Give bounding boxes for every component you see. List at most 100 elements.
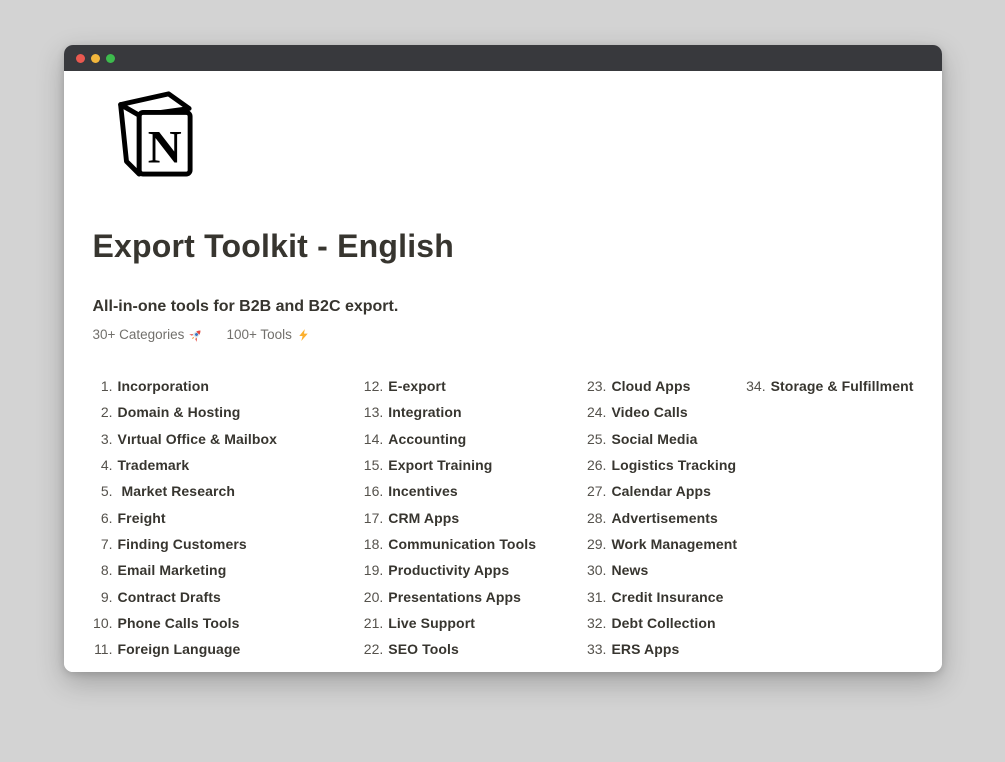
list-item[interactable]: 10. Phone Calls Tools bbox=[93, 610, 364, 636]
list-item-number: 21. bbox=[363, 614, 384, 631]
list-item[interactable]: 24. Video Calls bbox=[586, 399, 745, 425]
list-item-number: 32. bbox=[586, 614, 607, 631]
list-item-number: 25. bbox=[586, 430, 607, 447]
list-item-number: 13. bbox=[363, 404, 384, 421]
list-item[interactable]: 29. Work Management bbox=[586, 531, 745, 557]
list-item[interactable]: 27. Calendar Apps bbox=[586, 478, 745, 504]
list-column: 23. Cloud Apps 24. Video Calls 25. Social Med… bbox=[586, 373, 745, 662]
list-item[interactable]: 12. E-export bbox=[363, 373, 586, 399]
list-item-label: Contract Drafts bbox=[117, 588, 221, 605]
list-item-label: Finding Customers bbox=[117, 535, 247, 552]
list-item-number: 6. bbox=[100, 509, 113, 526]
list-item-number: 14. bbox=[363, 430, 384, 447]
list-item-label: Work Management bbox=[611, 535, 738, 552]
list-item-label: Cloud Apps bbox=[611, 378, 691, 395]
list-item-number: 4. bbox=[100, 457, 113, 474]
list-item[interactable]: 23. Cloud Apps bbox=[586, 373, 745, 399]
categories-count-label: 30+ Categories bbox=[92, 327, 185, 342]
list-item-label: Advertisements bbox=[611, 509, 718, 526]
list-item-label: Storage & Fulfillment bbox=[770, 378, 914, 395]
list-item-number: 15. bbox=[363, 457, 384, 474]
page-content[interactable]: N Export Toolkit - English All-in-one to… bbox=[63, 71, 942, 672]
list-item-number: 19. bbox=[363, 562, 384, 579]
list-item[interactable]: 13. Integration bbox=[363, 399, 586, 425]
list-item[interactable]: 9. Contract Drafts bbox=[93, 583, 364, 609]
list-item[interactable]: 18. Communication Tools bbox=[363, 531, 586, 557]
close-window-button[interactable] bbox=[75, 53, 85, 63]
list-item-number: 7. bbox=[100, 535, 113, 552]
list-item-number: 20. bbox=[363, 588, 384, 605]
maximize-window-button[interactable] bbox=[105, 53, 115, 63]
list-item[interactable]: 30. News bbox=[586, 557, 745, 583]
list-item[interactable]: 1. Incorporation bbox=[93, 373, 364, 399]
list-item[interactable]: 3. Vırtual Office & Mailbox bbox=[93, 426, 364, 452]
list-item[interactable]: 22. SEO Tools bbox=[363, 636, 586, 662]
window-titlebar[interactable] bbox=[63, 45, 942, 71]
minimize-window-button[interactable] bbox=[90, 53, 100, 63]
page-meta: 30+ Categories 100+ Tools bbox=[93, 326, 914, 344]
list-item-label: CRM Apps bbox=[388, 509, 460, 526]
list-item-number: 23. bbox=[586, 378, 607, 395]
list-item-label: Incorporation bbox=[117, 378, 210, 395]
list-column: 34. Storage & Fulfillment bbox=[746, 373, 914, 399]
list-item[interactable]: 5. Market Research bbox=[93, 478, 364, 504]
list-item-label: Trademark bbox=[117, 457, 190, 474]
list-item-number: 18. bbox=[363, 535, 384, 552]
list-item-label: Debt Collection bbox=[611, 614, 716, 631]
notion-logo-icon: N bbox=[100, 86, 198, 178]
list-item-number: 8. bbox=[100, 562, 113, 579]
list-item-number: 34. bbox=[746, 378, 766, 395]
list-item[interactable]: 21. Live Support bbox=[363, 610, 586, 636]
list-item-label: Video Calls bbox=[611, 404, 688, 421]
list-item[interactable]: 26. Logistics Tracking bbox=[586, 452, 745, 478]
list-item-number: 17. bbox=[363, 509, 384, 526]
list-item[interactable]: 2. Domain & Hosting bbox=[93, 399, 364, 425]
list-item-label: ERS Apps bbox=[611, 641, 680, 658]
list-item-label: Integration bbox=[388, 404, 462, 421]
list-item-label: E-export bbox=[388, 378, 446, 395]
list-item-number: 1. bbox=[100, 378, 113, 395]
svg-text:N: N bbox=[147, 121, 181, 173]
list-item-number: 11. bbox=[94, 641, 113, 658]
list-item-number: 31. bbox=[586, 588, 607, 605]
list-item-label: Credit Insurance bbox=[611, 588, 724, 605]
list-item-label: Freight bbox=[117, 509, 166, 526]
list-item[interactable]: 25. Social Media bbox=[586, 426, 745, 452]
list-item-label: Communication Tools bbox=[388, 535, 537, 552]
list-item-number: 30. bbox=[586, 562, 607, 579]
list-item-label: Calendar Apps bbox=[611, 483, 712, 500]
list-item-label: Logistics Tracking bbox=[611, 457, 737, 474]
list-item-label: News bbox=[611, 562, 649, 579]
list-column: 12. E-export 13. Integration 14. Accounting 15… bbox=[363, 373, 586, 662]
list-item-label: Market Research bbox=[117, 483, 236, 500]
list-item[interactable]: 34. Storage & Fulfillment bbox=[746, 373, 914, 399]
list-item-number: 28. bbox=[586, 509, 607, 526]
list-item-number: 12. bbox=[363, 378, 384, 395]
page-subtitle: All-in-one tools for B2B and B2C export. bbox=[92, 298, 399, 315]
list-item[interactable]: 33. ERS Apps bbox=[586, 636, 745, 662]
list-item-number: 27. bbox=[586, 483, 607, 500]
list-item[interactable]: 4. Trademark bbox=[93, 452, 364, 478]
list-item[interactable]: 7. Finding Customers bbox=[93, 531, 364, 557]
list-item[interactable]: 19. Productivity Apps bbox=[363, 557, 586, 583]
list-item[interactable]: 20. Presentations Apps bbox=[363, 583, 586, 609]
list-item-number: 29. bbox=[586, 535, 607, 552]
list-item-label: Domain & Hosting bbox=[117, 404, 241, 421]
list-item[interactable]: 8. Email Marketing bbox=[93, 557, 364, 583]
list-item-number: 3. bbox=[100, 430, 113, 447]
list-item[interactable]: 31. Credit Insurance bbox=[586, 583, 745, 609]
list-item-number: 9. bbox=[100, 588, 113, 605]
list-item-number: 33. bbox=[586, 641, 607, 658]
list-column: 1. Incorporation 2. Domain & Hosting 3. Vırtu… bbox=[93, 373, 364, 662]
tools-count-label: 100+ Tools bbox=[226, 327, 292, 342]
list-item[interactable]: 16. Incentives bbox=[363, 478, 586, 504]
list-item[interactable]: 32. Debt Collection bbox=[586, 610, 745, 636]
app-window: N Export Toolkit - English All-in-one to… bbox=[63, 45, 942, 672]
list-item[interactable]: 14. Accounting bbox=[363, 426, 586, 452]
list-item[interactable]: 17. CRM Apps bbox=[363, 504, 586, 530]
list-item[interactable]: 15. Export Training bbox=[363, 452, 586, 478]
list-item[interactable]: 6. Freight bbox=[93, 504, 364, 530]
list-item[interactable]: 28. Advertisements bbox=[586, 504, 745, 530]
list-item-label: Email Marketing bbox=[117, 562, 227, 579]
list-item[interactable]: 11. Foreign Language bbox=[93, 636, 364, 662]
